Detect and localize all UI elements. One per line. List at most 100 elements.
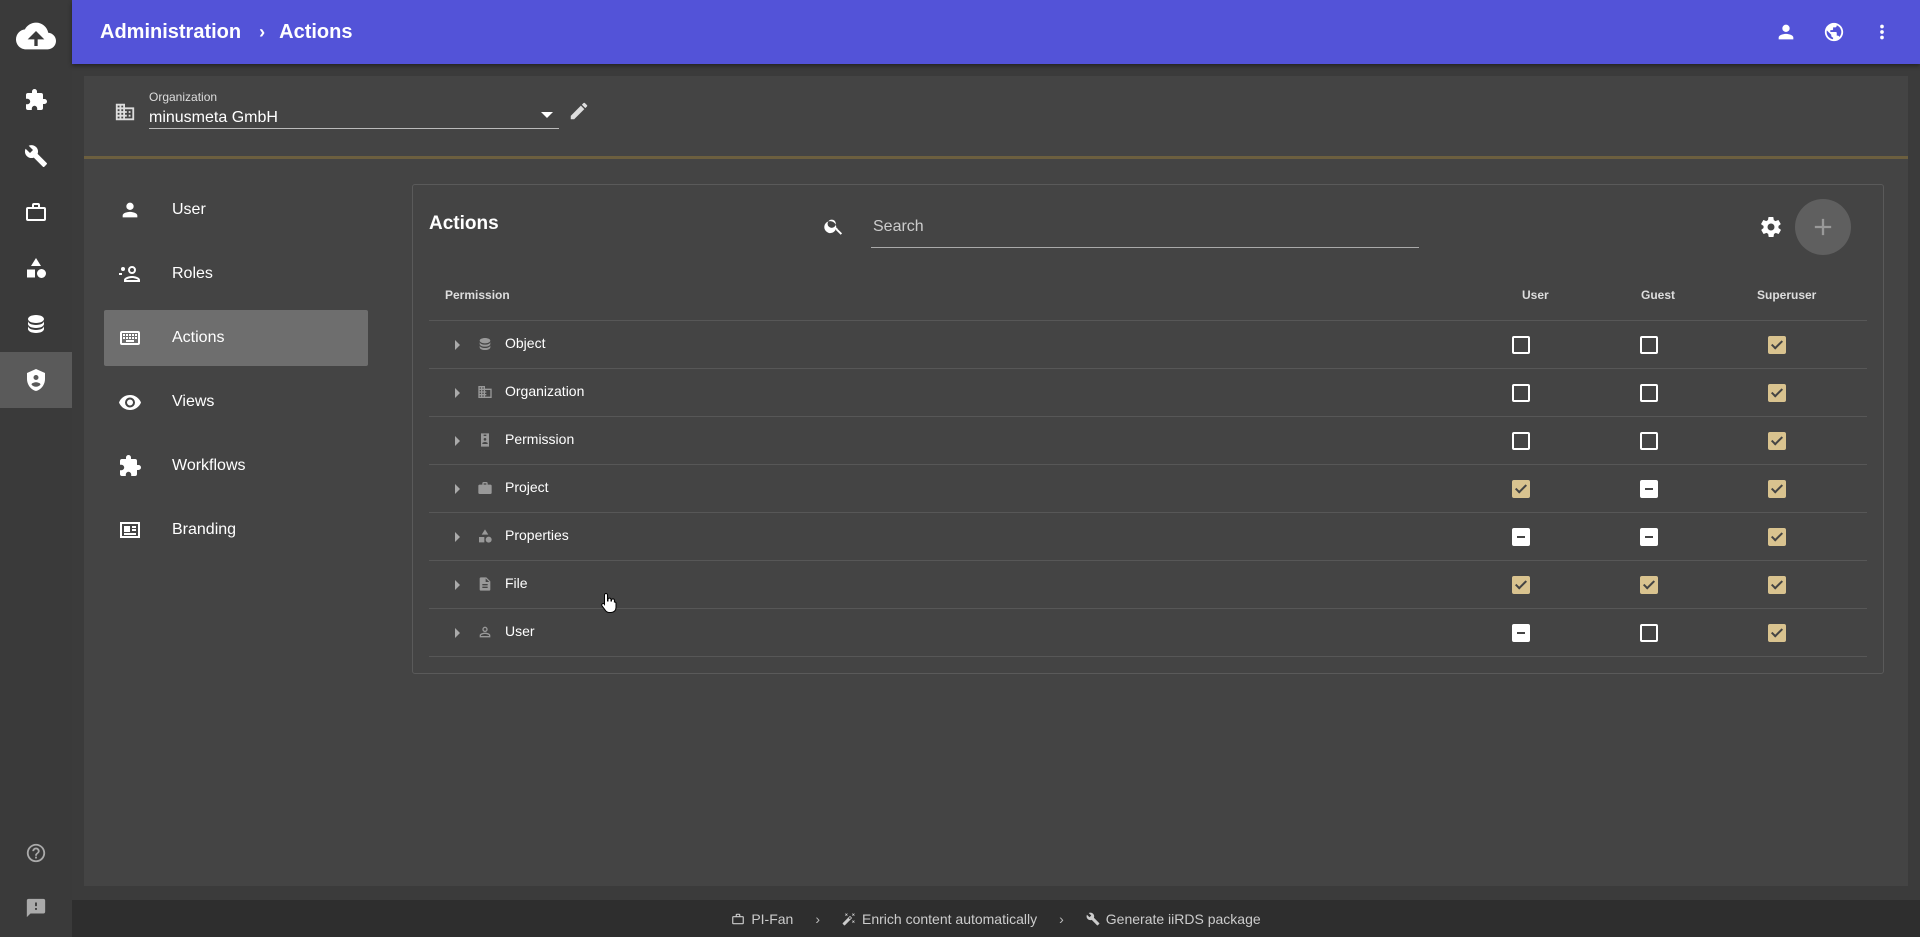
- top-app-bar: Administration › Actions: [72, 0, 1920, 64]
- table-row[interactable]: Properties: [429, 513, 1867, 561]
- expand-arrow-icon[interactable]: [455, 340, 460, 350]
- rail-shapes-icon[interactable]: [0, 240, 72, 296]
- puzzle-icon: [110, 454, 150, 478]
- actions-panel: Actions Permission User Guest Superuser …: [412, 184, 1884, 674]
- main-card: Organization minusmeta GmbH User Roles A…: [84, 76, 1908, 886]
- guest-permission-checkbox[interactable]: [1640, 336, 1658, 354]
- top-actions: [1762, 0, 1906, 64]
- superuser-permission-checkbox[interactable]: [1768, 432, 1786, 450]
- chevron-right-icon: ›: [815, 910, 821, 927]
- table-row[interactable]: User: [429, 609, 1867, 657]
- user-permission-checkbox[interactable]: [1512, 576, 1530, 594]
- expand-arrow-icon[interactable]: [455, 388, 460, 398]
- guest-permission-checkbox[interactable]: [1640, 624, 1658, 642]
- nav-item-user[interactable]: User: [104, 182, 368, 238]
- eye-icon: [110, 390, 150, 414]
- user-permission-checkbox[interactable]: [1512, 384, 1530, 402]
- user-permission-checkbox[interactable]: [1512, 624, 1530, 642]
- superuser-permission-checkbox[interactable]: [1768, 528, 1786, 546]
- chevron-right-icon: ›: [259, 21, 266, 42]
- magic-wand-icon: [842, 912, 855, 925]
- expand-arrow-icon[interactable]: [455, 484, 460, 494]
- column-guest: Guest: [1641, 288, 1676, 302]
- table-row[interactable]: Project: [429, 465, 1867, 513]
- nav-item-label: User: [172, 201, 206, 218]
- guest-permission-checkbox[interactable]: [1640, 576, 1658, 594]
- search-field[interactable]: [871, 209, 1423, 248]
- column-user: User: [1522, 288, 1549, 302]
- expand-arrow-icon[interactable]: [455, 628, 460, 638]
- nav-item-branding[interactable]: Branding: [104, 502, 368, 558]
- status-bar: PI-Fan › Enrich content automatically › …: [72, 900, 1920, 937]
- pencil-icon[interactable]: [568, 100, 590, 127]
- permission-label: File: [505, 575, 528, 591]
- help-icon[interactable]: [0, 829, 72, 877]
- guest-permission-checkbox[interactable]: [1640, 480, 1658, 498]
- panel-title: Actions: [429, 213, 499, 234]
- branding-icon: [110, 518, 150, 542]
- breadcrumb-project[interactable]: PI-Fan: [731, 911, 793, 927]
- user-permission-checkbox[interactable]: [1512, 336, 1530, 354]
- nav-item-views[interactable]: Views: [104, 374, 368, 430]
- superuser-permission-checkbox[interactable]: [1768, 576, 1786, 594]
- superuser-permission-checkbox[interactable]: [1768, 384, 1786, 402]
- superuser-permission-checkbox[interactable]: [1768, 480, 1786, 498]
- nav-item-actions[interactable]: Actions: [104, 310, 368, 366]
- keyboard-icon: [110, 326, 150, 350]
- rail-database-icon[interactable]: [0, 296, 72, 352]
- guest-permission-checkbox[interactable]: [1640, 384, 1658, 402]
- user-permission-checkbox[interactable]: [1512, 528, 1530, 546]
- guest-permission-checkbox[interactable]: [1640, 528, 1658, 546]
- organization-bar: Organization minusmeta GmbH: [84, 76, 1908, 159]
- breadcrumb-administration[interactable]: Administration: [100, 21, 241, 44]
- domain-icon: [477, 384, 493, 405]
- column-superuser: Superuser: [1757, 288, 1817, 302]
- chevron-down-icon[interactable]: [541, 112, 553, 118]
- search-icon: [823, 215, 845, 242]
- rail-briefcase-icon[interactable]: [0, 184, 72, 240]
- superuser-permission-checkbox[interactable]: [1768, 336, 1786, 354]
- permission-label: Organization: [505, 383, 585, 399]
- add-action-button[interactable]: [1795, 199, 1851, 255]
- superuser-permission-checkbox[interactable]: [1768, 624, 1786, 642]
- search-input[interactable]: [871, 217, 1423, 237]
- table-row[interactable]: Organization: [429, 369, 1867, 417]
- guest-permission-checkbox[interactable]: [1640, 432, 1658, 450]
- nav-item-label: Roles: [172, 265, 213, 282]
- expand-arrow-icon[interactable]: [455, 436, 460, 446]
- expand-arrow-icon[interactable]: [455, 532, 460, 542]
- permission-label: Permission: [505, 431, 575, 447]
- nav-item-roles[interactable]: Roles: [104, 246, 368, 302]
- nav-item-workflows[interactable]: Workflows: [104, 438, 368, 494]
- breadcrumb-enrich[interactable]: Enrich content automatically: [842, 911, 1037, 927]
- rail-shield-account-icon[interactable]: [0, 352, 72, 408]
- cloud-upload-icon[interactable]: [0, 0, 72, 72]
- shapes-icon: [477, 528, 493, 549]
- feedback-icon[interactable]: [0, 884, 72, 932]
- account-icon[interactable]: [1762, 8, 1810, 56]
- rail-puzzle-icon[interactable]: [0, 72, 72, 128]
- nav-item-label: Workflows: [172, 457, 246, 474]
- breadcrumb-generate[interactable]: Generate iiRDS package: [1086, 911, 1261, 927]
- rail-wrench-icon[interactable]: [0, 128, 72, 184]
- table-header: Permission User Guest Superuser: [429, 285, 1867, 321]
- organization-select[interactable]: Organization minusmeta GmbH: [149, 82, 559, 129]
- roles-icon: [110, 262, 150, 286]
- permission-label: User: [505, 623, 535, 639]
- organization-value: minusmeta GmbH: [149, 109, 278, 126]
- badge-icon: [477, 432, 493, 453]
- nav-item-label: Views: [172, 393, 215, 410]
- table-row[interactable]: Object: [429, 321, 1867, 369]
- file-icon: [477, 576, 493, 597]
- admin-nav: User Roles Actions Views Workflows Brand…: [104, 182, 368, 566]
- chevron-right-icon: ›: [1059, 910, 1064, 927]
- more-vert-icon[interactable]: [1858, 8, 1906, 56]
- user-permission-checkbox[interactable]: [1512, 432, 1530, 450]
- user-permission-checkbox[interactable]: [1512, 480, 1530, 498]
- table-row[interactable]: File: [429, 561, 1867, 609]
- gear-icon[interactable]: [1759, 215, 1783, 244]
- table-row[interactable]: Permission: [429, 417, 1867, 465]
- globe-icon[interactable]: [1810, 8, 1858, 56]
- expand-arrow-icon[interactable]: [455, 580, 460, 590]
- column-permission[interactable]: Permission: [445, 285, 510, 305]
